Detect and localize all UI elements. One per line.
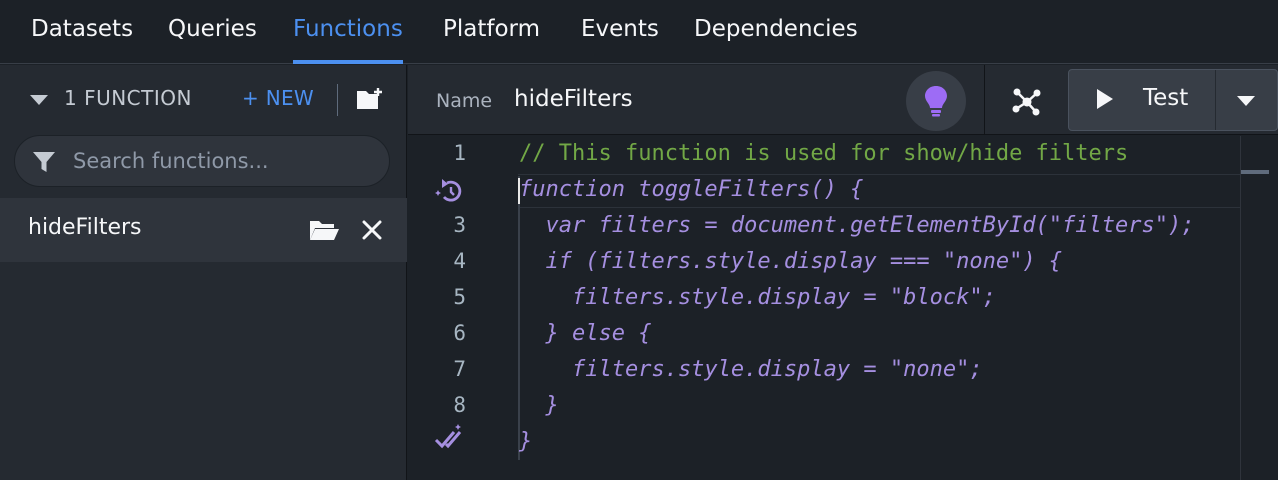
test-button-group: Test: [1068, 69, 1278, 131]
filter-icon: [33, 152, 55, 172]
divider: [984, 65, 985, 135]
editor-header: Name hideFilters Test: [408, 65, 1278, 135]
code-line: function toggleFilters() {: [519, 177, 864, 202]
function-count: 1 FUNCTION: [64, 86, 192, 110]
line-number: 5: [453, 285, 466, 309]
code-line: } else {: [519, 321, 652, 346]
search-functions: [14, 135, 390, 187]
tab-functions[interactable]: Functions: [293, 0, 403, 64]
code-line: filters.style.display = "block";: [519, 285, 996, 310]
text-cursor: [518, 178, 520, 204]
tab-datasets[interactable]: Datasets: [31, 0, 133, 64]
function-name: hideFilters: [28, 215, 142, 240]
new-function-button[interactable]: + NEW: [242, 86, 314, 110]
search-input[interactable]: [73, 144, 373, 178]
tab-queries[interactable]: Queries: [168, 0, 257, 64]
close-icon[interactable]: [360, 218, 384, 242]
scrollbar-thumb[interactable]: [1241, 170, 1269, 174]
graph-icon[interactable]: [1012, 87, 1042, 117]
code-line: // This function is used for show/hide f…: [519, 141, 1129, 166]
test-options-button[interactable]: [1216, 70, 1278, 130]
function-list-item[interactable]: hideFilters: [0, 198, 407, 262]
line-number: 3: [453, 213, 466, 237]
editor-scrollbar[interactable]: [1240, 136, 1278, 480]
collapse-caret-icon[interactable]: [30, 95, 48, 105]
folder-plus-icon[interactable]: [355, 87, 385, 111]
code-line: var filters = document.getElementById("f…: [519, 213, 1195, 238]
tab-events[interactable]: Events: [581, 0, 659, 64]
line-number: 6: [453, 321, 466, 345]
code-line: if (filters.style.display === "none") {: [519, 249, 1063, 274]
code-line: }: [519, 429, 533, 454]
tab-platform[interactable]: Platform: [443, 0, 540, 64]
sidebar-header: 1 FUNCTION + NEW: [0, 65, 407, 135]
folder-open-icon[interactable]: [308, 218, 340, 242]
caret-down-icon: [1237, 96, 1255, 106]
line-number: 7: [453, 357, 466, 381]
tab-dependencies[interactable]: Dependencies: [694, 0, 858, 64]
divider: [337, 84, 338, 116]
double-check-icon[interactable]: [434, 424, 468, 454]
line-number: 1: [453, 141, 466, 165]
top-navigation: Datasets Queries Functions Platform Even…: [0, 0, 1278, 64]
name-label: Name: [436, 90, 493, 112]
code-editor[interactable]: 1 3 4 5 6 7 8 // This function is used f…: [408, 136, 1278, 480]
code-line: filters.style.display = "none";: [519, 357, 983, 382]
reset-icon[interactable]: [434, 175, 468, 205]
test-label: Test: [1143, 85, 1189, 111]
play-icon: [1097, 89, 1113, 109]
line-number: 4: [453, 249, 466, 273]
function-name-field[interactable]: hideFilters: [514, 86, 633, 112]
lightbulb-icon: [925, 86, 947, 117]
functions-sidebar: 1 FUNCTION + NEW hideFilters: [0, 65, 407, 480]
code-line: }: [519, 393, 559, 418]
line-number: 8: [453, 393, 466, 417]
lightbulb-button[interactable]: [906, 71, 966, 131]
test-button[interactable]: Test: [1069, 70, 1215, 130]
